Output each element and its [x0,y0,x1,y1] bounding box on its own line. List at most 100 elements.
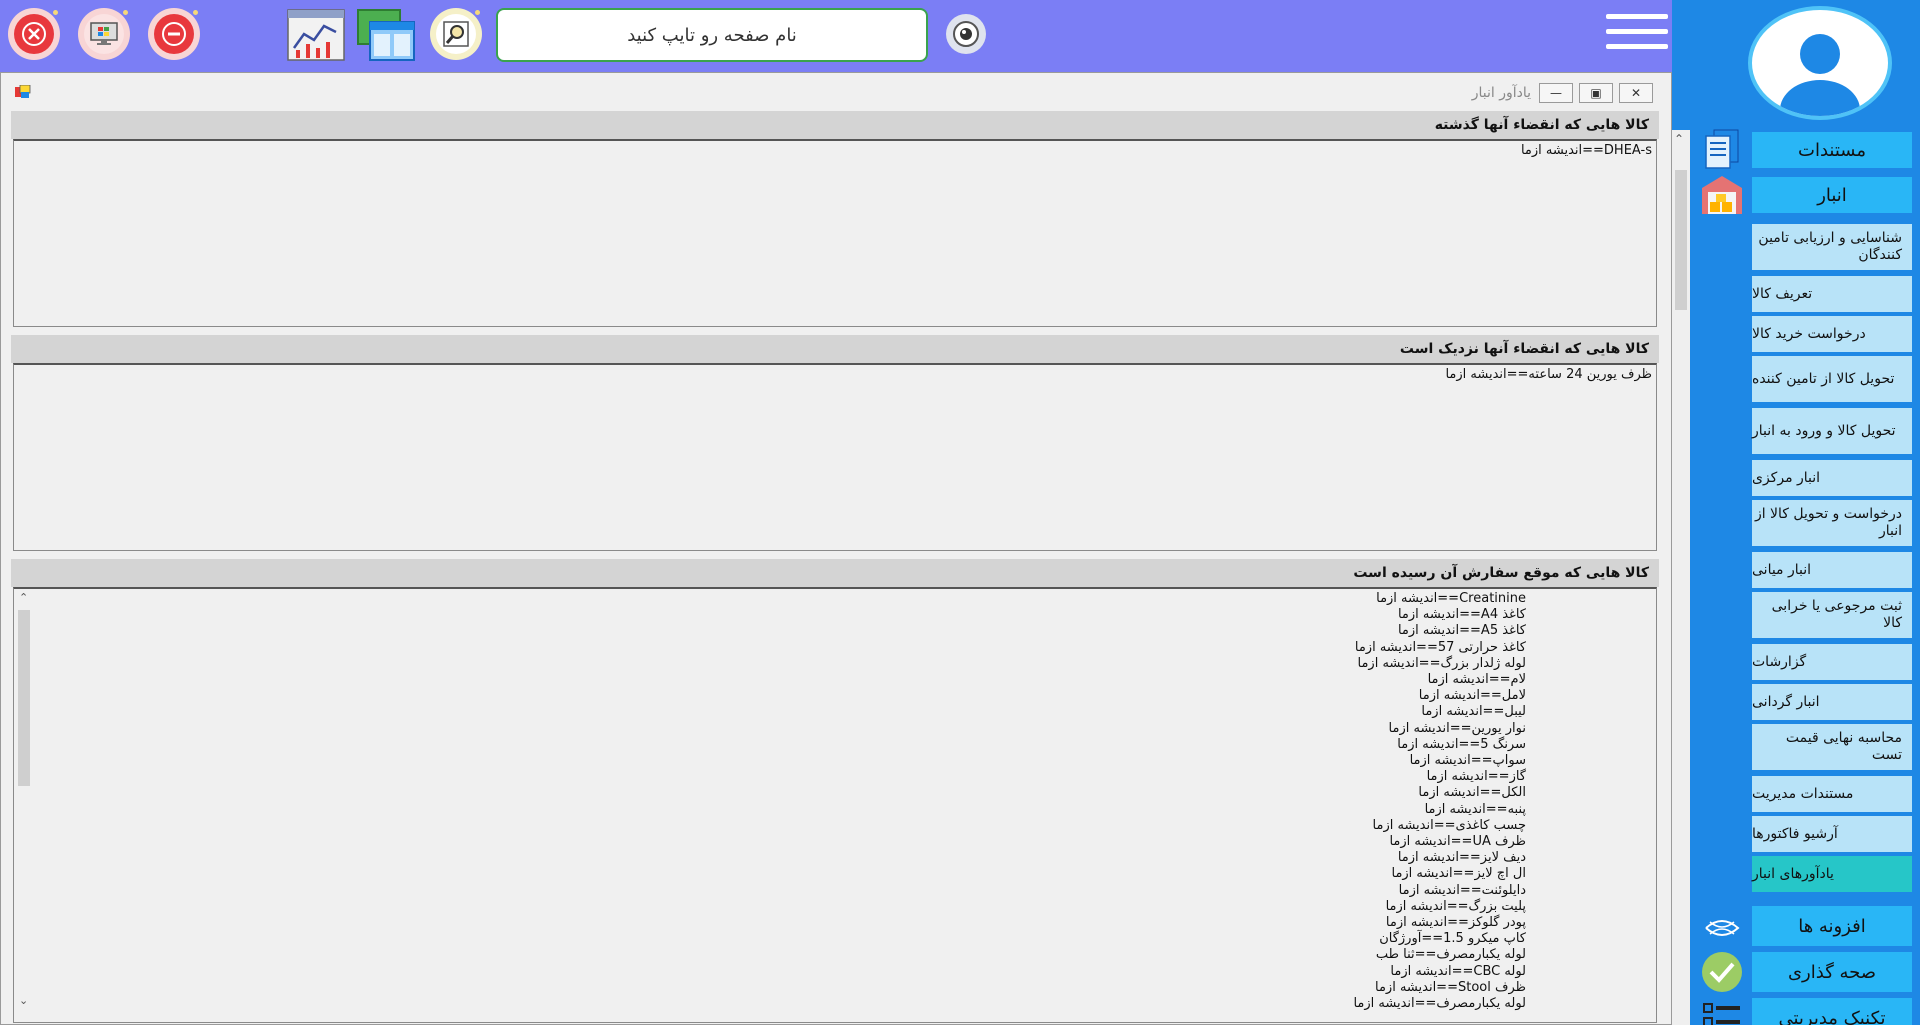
minimize-app-button[interactable] [148,8,200,60]
list-item[interactable]: ال اچ لایز==اندیشه ازما [14,866,1526,882]
list-item[interactable]: دایلوئنت==اندیشه ازما [14,883,1526,899]
reorder-items-list[interactable]: Creatinine==اندیشه ازما کاغذ A4==اندیشه ا… [13,587,1657,1023]
scroll-thumb[interactable] [18,610,30,786]
windows-layout-icon [357,9,415,61]
sidebar-subitem-0[interactable]: شناسایی و ارزیابی تامین کنندگان [1752,224,1912,270]
list-item[interactable]: گاز==اندیشه ازما [14,769,1526,785]
close-icon [14,14,54,54]
sidebar-subitem-7[interactable]: انبار میانی [1752,552,1912,588]
sidebar-subitem-11[interactable]: محاسبه نهایی قیمت تست [1752,724,1912,770]
minus-circle-icon [154,14,194,54]
expired-items-list[interactable]: DHEA-s==اندیشه ازما [13,139,1657,327]
desktop-button[interactable] [78,8,130,60]
user-icon [1780,34,1860,116]
sidebar-item-label: مستندات [1798,139,1866,161]
window-minimize-button[interactable]: — [1539,83,1573,103]
chevron-up-icon[interactable]: ⌃ [19,591,28,604]
sidebar-item-label: انبار مرکزی [1752,469,1821,486]
hamburger-icon [1606,14,1668,19]
list-item[interactable]: کاغذ حرارتی 57==اندیشه ازما [14,640,1526,656]
list-item[interactable]: کاغذ A4==اندیشه ازما [14,607,1526,623]
documents-icon [1705,129,1739,169]
sidebar-item-label: ثبت مرجوعی یا خرابی کالا [1771,598,1902,631]
list-item[interactable]: لام==اندیشه ازما [14,672,1526,688]
management-icon [1703,1003,1740,1025]
chevron-up-icon[interactable]: ⌃ [1674,132,1684,146]
sidebar-item-label: انبار [1817,184,1847,206]
minimize-icon: — [1550,86,1562,100]
sidebar-subitem-8[interactable]: ثبت مرجوعی یا خرابی کالا [1752,592,1912,638]
sidebar-item-label: درخواست خرید کالا [1752,325,1866,342]
list-item[interactable]: ظرف یورین 24 ساعته==اندیشه ازما [14,367,1652,383]
sidebar-subitem-4[interactable]: تحویل کالا و ورود به انبار [1752,408,1912,454]
list-item[interactable]: پودر گلوکز==اندیشه ازما [14,915,1526,931]
close-icon: ✕ [1630,86,1642,100]
sidebar-item-plugins[interactable]: افزونه ها [1752,906,1912,946]
sidebar-subitem-1[interactable]: تعریف کالا [1752,276,1912,312]
sidebar-subitem-9[interactable]: گزارشات [1752,644,1912,680]
sidebar-item-label: تحویل کالا از تامین کننده [1752,370,1895,387]
sidebar-subitem-3[interactable]: تحویل کالا از تامین کننده [1752,356,1912,402]
app-icon [15,85,31,98]
sidebar-subitem-2[interactable]: درخواست خرید کالا [1752,316,1912,352]
sidebar-subitem-6[interactable]: درخواست و تحویل کالا از انبار [1752,500,1912,546]
sidebar-item-label: شناسایی و ارزیابی تامین کنندگان [1758,230,1902,263]
line-chart-icon [287,9,345,61]
list-item[interactable]: پنبه==اندیشه ازما [14,802,1526,818]
list-item[interactable]: لیبل==اندیشه ازما [14,704,1526,720]
sidebar-subitem-12[interactable]: مستندات مدیریت [1752,776,1912,812]
page-search-input[interactable]: نام صفحه رو تایپ کنید [496,8,928,62]
sidebar-scrollbar[interactable]: ⌃ [1672,130,1690,1025]
monitor-icon [84,14,124,54]
list-item[interactable]: ظرف UA==اندیشه ازما [14,834,1526,850]
expired-items-header: کالا هایی که انقضاء آنها گذشته [11,111,1659,139]
window-maximize-button[interactable]: ▣ [1579,83,1613,103]
eye-icon [946,14,986,54]
window-close-button[interactable]: ✕ [1619,83,1653,103]
sidebar-item-label: درخواست و تحویل کالا از انبار [1754,506,1902,539]
list-item[interactable]: چسب کاغذی==اندیشه ازما [14,818,1526,834]
list-item[interactable]: لوله ژلدار بزرگ==اندیشه ازما [14,656,1527,672]
maximize-icon: ▣ [1590,86,1602,100]
list-item[interactable]: DHEA-s==اندیشه ازما [14,143,1652,159]
list-item[interactable]: کاپ میکرو 1.5==آورژگان [14,931,1526,947]
list-item[interactable]: نوار یورین==اندیشه ازما [14,721,1526,737]
list-item[interactable]: لوله یکبارمصرف==ثنا طب [14,947,1526,963]
list-item[interactable]: دیف لایز==اندیشه ازما [14,850,1526,866]
sidebar-item-management[interactable]: تکنیک مدیریتی [1752,998,1912,1025]
sidebar-subitem-10[interactable]: انبار گردانی [1752,684,1912,720]
sidebar-subitem-14[interactable]: یادآورهای انبار [1752,856,1912,892]
list-item[interactable]: الکل==اندیشه ازما [14,785,1526,801]
list-item[interactable]: لوله CBC==اندیشه ازما [14,964,1526,980]
list-item[interactable]: کاغذ A5==اندیشه ازما [14,623,1526,639]
settings-button[interactable] [940,8,992,60]
chevron-down-icon[interactable]: ⌄ [19,994,28,1007]
list-item[interactable]: لامل==اندیشه ازما [14,688,1526,704]
search-button[interactable] [430,8,482,60]
stock-reminder-window: یادآور انبار ✕ ▣ — کالا هایی که انقضاء آ… [0,72,1672,1025]
list-item[interactable]: لوله یکبارمصرف==اندیشه ازما [14,996,1526,1012]
reorder-items-header: کالا هایی که موقع سفارش آن رسیده است [11,559,1659,587]
near-expiry-items-header: کالا هایی که انقضاء آنها نزدیک است [11,335,1659,363]
reorder-list-scrollbar[interactable]: ⌃ ⌄ [14,590,34,1016]
list-item[interactable]: ظرف Stool==اندیشه ازما [14,980,1526,996]
sidebar-item-documents[interactable]: مستندات [1752,132,1912,168]
sidebar-item-label: مستندات مدیریت [1752,785,1854,802]
avatar[interactable] [1748,6,1892,120]
sidebar-item-warehouse[interactable]: انبار [1752,177,1912,213]
list-item[interactable]: Creatinine==اندیشه ازما [14,591,1526,607]
sidebar-item-validation[interactable]: صحه گذاری [1752,952,1912,992]
sidebar-item-label: صحه گذاری [1787,961,1877,983]
menu-button[interactable] [1606,14,1668,58]
windows-button[interactable] [356,8,416,62]
close-app-button[interactable] [8,8,60,60]
list-item[interactable]: سواپ==اندیشه ازما [14,753,1526,769]
sidebar-scroll-thumb[interactable] [1675,170,1687,310]
sidebar-subitem-13[interactable]: آرشیو فاکتورها [1752,816,1912,852]
list-item[interactable]: سرنگ 5==اندیشه ازما [14,737,1526,753]
sidebar-subitem-5[interactable]: انبار مرکزی [1752,460,1912,496]
list-item[interactable]: پلیت بزرگ==اندیشه ازما [14,899,1526,915]
chart-report-button[interactable] [286,8,346,62]
near-expiry-items-list[interactable]: ظرف یورین 24 ساعته==اندیشه ازما [13,363,1657,551]
sidebar-item-label: تکنیک مدیریتی [1778,1007,1886,1025]
